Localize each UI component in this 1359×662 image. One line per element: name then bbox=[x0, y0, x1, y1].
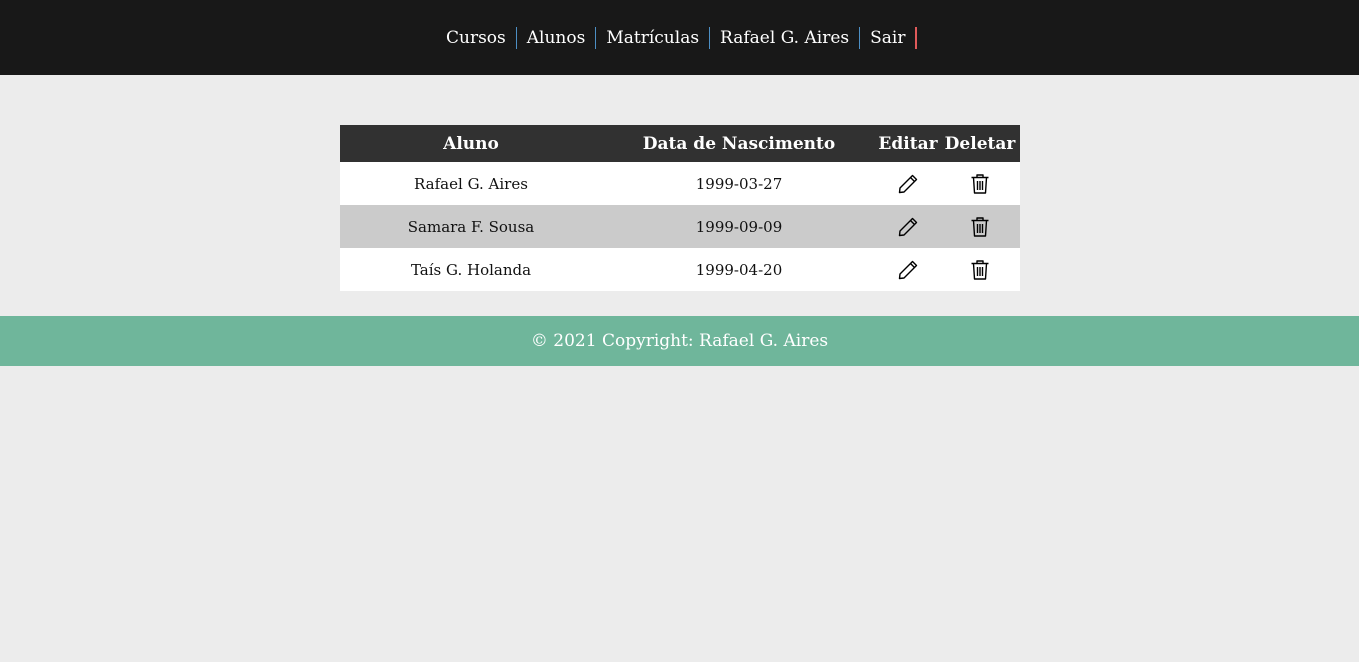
cell-deletar bbox=[940, 162, 1020, 205]
cell-deletar bbox=[940, 248, 1020, 291]
header-editar: Editar bbox=[878, 133, 938, 154]
pencil-icon[interactable] bbox=[896, 215, 920, 239]
header-deletar: Deletar bbox=[944, 133, 1016, 154]
cell-nascimento: 1999-03-27 bbox=[695, 174, 783, 193]
pencil-icon[interactable] bbox=[896, 172, 920, 196]
cell-aluno: Taís G. Holanda bbox=[410, 260, 532, 279]
cell-nascimento: 1999-04-20 bbox=[695, 260, 783, 279]
cell-aluno: Samara F. Sousa bbox=[407, 217, 535, 236]
nav-item-matriculas[interactable]: Matrículas bbox=[600, 27, 711, 49]
nav-item-alunos[interactable]: Alunos bbox=[521, 27, 597, 49]
trash-icon[interactable] bbox=[968, 258, 992, 282]
cell-aluno: Rafael G. Aires bbox=[414, 174, 528, 193]
cell-editar bbox=[876, 162, 940, 205]
table-row: Taís G. Holanda 1999-04-20 bbox=[340, 248, 1020, 291]
footer-copyright: © 2021 Copyright: Rafael G. Aires bbox=[530, 331, 829, 351]
table-row: Samara F. Sousa 1999-09-09 bbox=[340, 205, 1020, 248]
nav-menu: Cursos Alunos Matrículas Rafael G. Aires… bbox=[440, 26, 921, 50]
nav-item-sair[interactable]: Sair bbox=[864, 27, 918, 49]
table-row: Rafael G. Aires 1999-03-27 bbox=[340, 162, 1020, 205]
nav-item-cursos[interactable]: Cursos bbox=[440, 27, 517, 49]
top-navbar: Cursos Alunos Matrículas Rafael G. Aires… bbox=[0, 0, 1359, 75]
trash-icon[interactable] bbox=[968, 215, 992, 239]
cell-nascimento: 1999-09-09 bbox=[695, 217, 783, 236]
nav-item-user[interactable]: Rafael G. Aires bbox=[714, 27, 861, 49]
table-header-row: Aluno Data de Nascimento Editar Deletar bbox=[340, 125, 1020, 162]
footer: © 2021 Copyright: Rafael G. Aires bbox=[0, 316, 1359, 366]
cell-editar bbox=[876, 248, 940, 291]
students-table: Aluno Data de Nascimento Editar Deletar … bbox=[340, 125, 1020, 291]
trash-icon[interactable] bbox=[968, 172, 992, 196]
pencil-icon[interactable] bbox=[896, 258, 920, 282]
cell-editar bbox=[876, 205, 940, 248]
header-aluno: Aluno bbox=[443, 133, 499, 154]
header-data-nascimento: Data de Nascimento bbox=[642, 133, 836, 154]
cell-deletar bbox=[940, 205, 1020, 248]
students-table-container: Aluno Data de Nascimento Editar Deletar … bbox=[340, 125, 1020, 291]
